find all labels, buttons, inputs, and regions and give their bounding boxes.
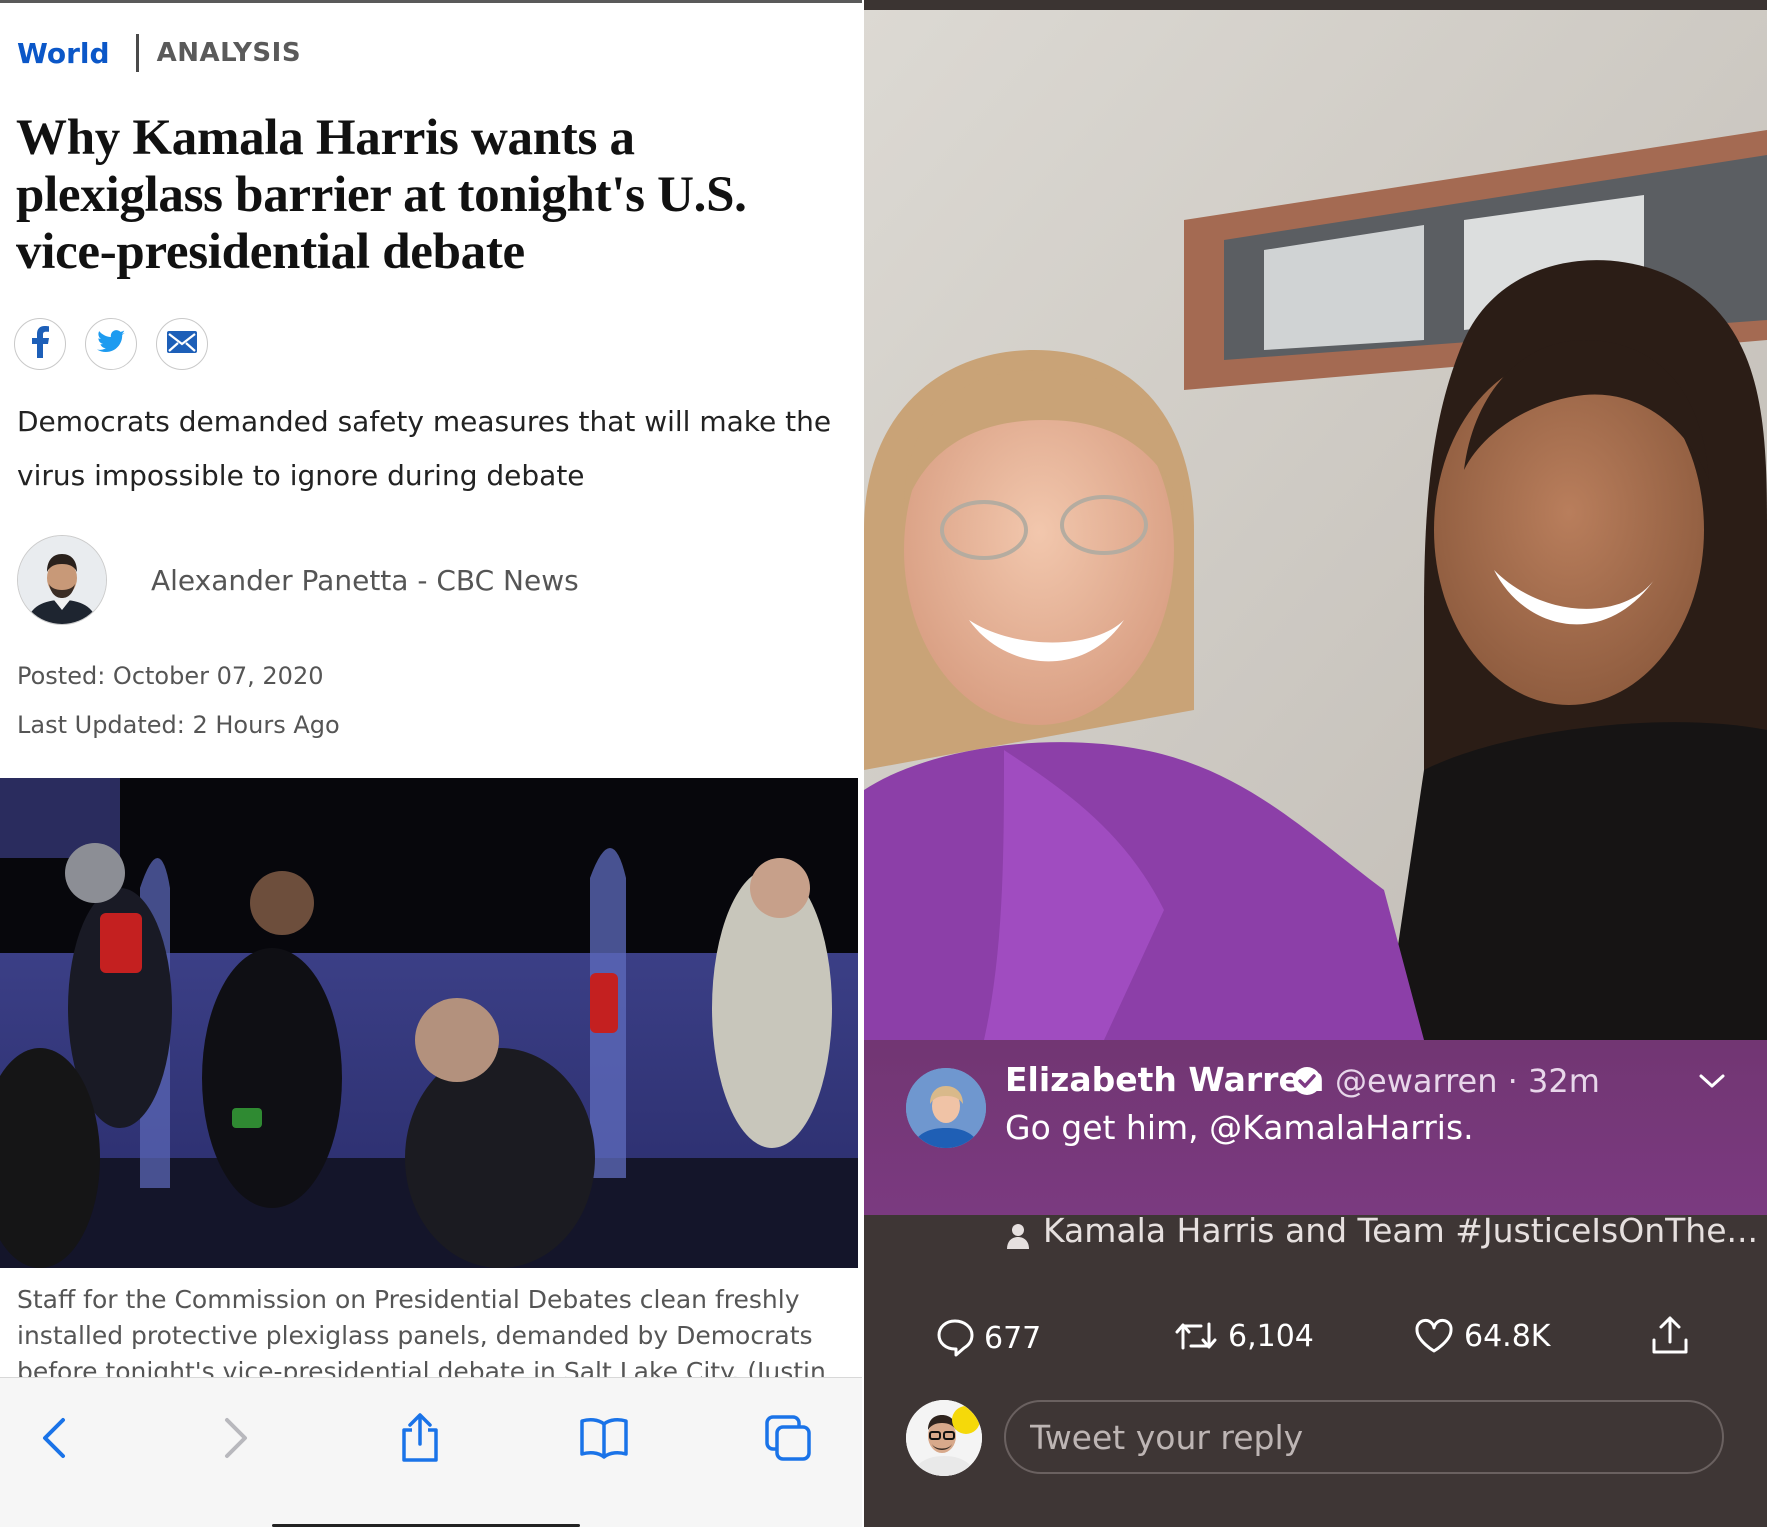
- tweet-photo[interactable]: [864, 10, 1767, 1041]
- tweet-author-avatar[interactable]: [906, 1068, 986, 1148]
- retweet-button[interactable]: 6,104: [1174, 1318, 1314, 1354]
- email-icon: [167, 330, 197, 358]
- section-divider: [135, 34, 139, 72]
- share-email-button[interactable]: [156, 318, 208, 370]
- chevron-down-icon[interactable]: [1698, 1070, 1726, 1092]
- reply-input[interactable]: [1004, 1400, 1724, 1474]
- reply-button[interactable]: 677: [936, 1318, 1041, 1358]
- share-twitter-button[interactable]: [85, 318, 137, 370]
- bookmarks-button[interactable]: [574, 1410, 634, 1470]
- twitter-icon: [97, 329, 125, 359]
- retweet-count: 6,104: [1228, 1318, 1314, 1354]
- person-icon: [1007, 1218, 1029, 1249]
- photo-credit-text: Kamala Harris and Team #JusticeIsOnThe..…: [1043, 1211, 1758, 1250]
- forward-button[interactable]: [206, 1410, 266, 1470]
- section-link-world[interactable]: World: [17, 37, 110, 70]
- reply-composer: [906, 1400, 1726, 1480]
- like-button[interactable]: 64.8K: [1414, 1318, 1550, 1354]
- forward-icon: [221, 1416, 251, 1465]
- reply-count: 677: [984, 1320, 1042, 1356]
- byline: Alexander Panetta - CBC News: [17, 535, 579, 625]
- heart-icon: [1415, 1319, 1453, 1353]
- posted-date: Posted: October 07, 2020: [17, 662, 324, 690]
- top-strip: [864, 0, 1767, 10]
- share-tweet-button[interactable]: [1650, 1314, 1700, 1356]
- photo-caption: Staff for the Commission on Presidential…: [17, 1285, 826, 1380]
- article-summary: Democrats demanded safety measures that …: [17, 405, 832, 492]
- tweet-handle-time[interactable]: @ewarren · 32m: [1335, 1062, 1600, 1100]
- article-photo: [0, 778, 858, 1268]
- browser-toolbar: [0, 1377, 862, 1527]
- upload-icon: [1652, 1316, 1688, 1354]
- current-user-avatar[interactable]: [906, 1400, 982, 1476]
- author-name[interactable]: Alexander Panetta - CBC News: [151, 564, 579, 597]
- share-icon: [398, 1412, 442, 1469]
- share-facebook-button[interactable]: [14, 318, 66, 370]
- tweet-card[interactable]: Elizabeth Warren @ewarren · 32m Go get h…: [864, 1040, 1767, 1215]
- back-button[interactable]: [24, 1410, 84, 1470]
- share-buttons: [14, 318, 208, 370]
- top-border: [0, 0, 862, 3]
- verified-badge-icon: [1292, 1066, 1322, 1096]
- last-updated: Last Updated: 2 Hours Ago: [17, 711, 340, 739]
- facebook-icon: [30, 325, 50, 363]
- reply-icon: [937, 1319, 974, 1357]
- retweet-icon: [1175, 1322, 1217, 1350]
- article-headline: Why Kamala Harris wants a plexiglass bar…: [16, 110, 747, 280]
- bookmarks-icon: [579, 1416, 629, 1465]
- analysis-label: ANALYSIS: [156, 38, 302, 68]
- tabs-icon: [763, 1413, 813, 1468]
- photo-credit[interactable]: Kamala Harris and Team #JusticeIsOnThe..…: [1007, 1211, 1758, 1250]
- tweet-panel: Elizabeth Warren @ewarren · 32m Go get h…: [864, 0, 1767, 1527]
- author-avatar: [17, 535, 107, 625]
- section-label-row: World ANALYSIS: [17, 34, 301, 72]
- back-icon: [39, 1416, 69, 1465]
- tweet-text: Go get him, @KamalaHarris.: [1005, 1108, 1474, 1147]
- news-article-panel: World ANALYSIS Why Kamala Harris wants a…: [0, 0, 862, 1527]
- tweet-actions: 677 6,104 64.8K: [864, 1312, 1767, 1372]
- like-count: 64.8K: [1464, 1318, 1551, 1354]
- tweet-author-name[interactable]: Elizabeth Warren: [1005, 1060, 1324, 1099]
- share-page-button[interactable]: [390, 1410, 450, 1470]
- tabs-button[interactable]: [758, 1410, 818, 1470]
